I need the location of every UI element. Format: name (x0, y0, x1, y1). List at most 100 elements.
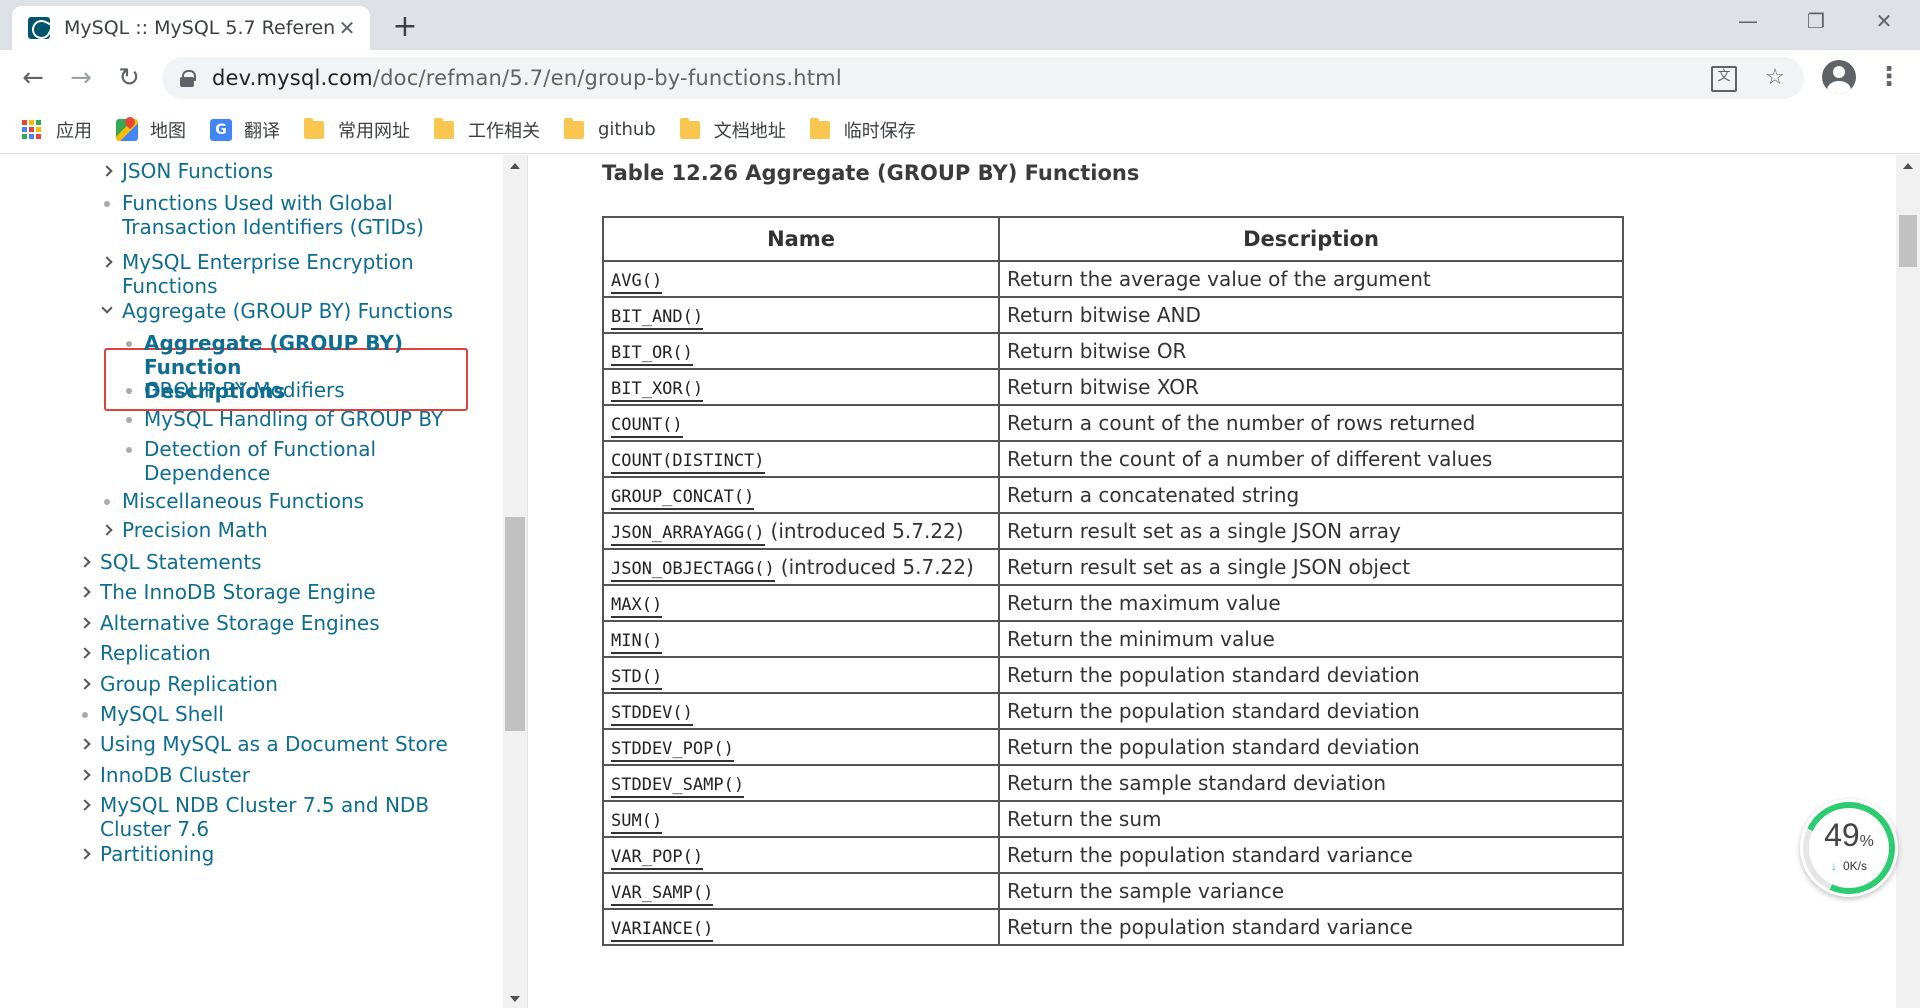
sidebar-item[interactable]: MySQL Shell (74, 702, 224, 726)
bookmark-folder[interactable]: github (564, 117, 656, 140)
sidebar-item-marker[interactable] (96, 299, 118, 314)
function-link[interactable]: STD() (611, 667, 663, 690)
function-link[interactable]: STDDEV_SAMP() (611, 775, 745, 798)
bookmark-map[interactable]: 地图 (116, 117, 186, 143)
function-link[interactable]: BIT_OR() (611, 343, 693, 366)
chevron-right-icon (79, 678, 91, 690)
bookmark-label: 工作相关 (468, 120, 540, 142)
version-note: (introduced 5.7.22) (770, 519, 964, 543)
sidebar-item[interactable]: MySQL Handling of GROUP BY (118, 407, 443, 431)
function-link[interactable]: JSON_OBJECTAGG() (611, 559, 775, 582)
sidebar-item[interactable]: Aggregate (GROUP BY) Functions (96, 299, 453, 323)
function-link[interactable]: JSON_ARRAYAGG() (611, 523, 765, 546)
bookmark-folder[interactable]: 文档地址 (679, 117, 786, 143)
bullet-dot-icon (126, 388, 132, 394)
sidebar-scroll-thumb[interactable] (505, 517, 525, 731)
sidebar-item-marker[interactable] (74, 793, 96, 811)
bookmark-label: 文档地址 (713, 120, 786, 142)
sidebar-item[interactable]: Precision Math (96, 518, 268, 542)
sidebar-item[interactable]: Group Replication (74, 672, 278, 696)
speed-percent: 49% (1824, 817, 1874, 853)
sidebar-item-marker[interactable] (74, 672, 96, 690)
url-text[interactable]: dev.mysql.com/doc/refman/5.7/en/group-by… (212, 66, 842, 90)
bookmarks-bar: 应用 地图 G 翻译 常用网址 工作相关 github 文档地址 临时保存 (0, 106, 1920, 154)
sidebar-item-marker[interactable] (96, 250, 118, 268)
sidebar-item-marker[interactable] (74, 842, 96, 860)
function-link[interactable]: BIT_AND() (611, 307, 704, 330)
sidebar-item[interactable]: Detection of Functional Dependence (118, 437, 376, 485)
network-speed-widget[interactable]: 49% ↓ 0K/s (1790, 789, 1908, 907)
function-description-cell: Return the maximum value (998, 584, 1624, 622)
sidebar-item[interactable]: JSON Functions (96, 159, 273, 183)
sidebar-item[interactable]: Partitioning (74, 842, 214, 866)
new-tab-button[interactable]: + (388, 10, 422, 44)
window-close-icon[interactable]: ✕ (1850, 0, 1918, 42)
function-link[interactable]: STDDEV_POP() (611, 739, 734, 762)
bookmark-folder[interactable]: 工作相关 (434, 117, 540, 143)
minimize-icon[interactable]: — (1714, 0, 1782, 42)
function-link[interactable]: AVG() (611, 271, 663, 294)
function-link[interactable]: MIN() (611, 631, 663, 654)
function-link[interactable]: COUNT() (611, 415, 683, 438)
sidebar-item[interactable]: InnoDB Cluster (74, 763, 250, 787)
bullet-dot-icon (126, 447, 132, 453)
function-link[interactable]: STDDEV() (611, 703, 693, 726)
table-row: SUM() Return the sum (602, 800, 1624, 838)
bookmark-star-icon[interactable]: ☆ (1760, 63, 1790, 93)
sidebar-item[interactable]: Using MySQL as a Document Store (74, 732, 448, 756)
function-link[interactable]: GROUP_CONCAT() (611, 487, 755, 510)
function-link[interactable]: VAR_SAMP() (611, 883, 714, 906)
function-link[interactable]: SUM() (611, 811, 663, 834)
profile-avatar-icon[interactable] (1822, 60, 1856, 94)
browser-tab[interactable]: MySQL :: MySQL 5.7 Reference ✕ (12, 6, 370, 50)
bookmark-translate[interactable]: G 翻译 (210, 117, 280, 143)
sidebar-scrollbar[interactable] (503, 155, 527, 1008)
sidebar-item-marker[interactable] (74, 732, 96, 750)
table-row: STDDEV_POP() Return the population standa… (602, 728, 1624, 766)
sidebar-item-marker[interactable] (96, 518, 118, 536)
function-link[interactable]: VAR_POP() (611, 847, 704, 870)
page-scroll-thumb[interactable] (1899, 215, 1917, 267)
page-content: JSON Functions Functions Used with Global… (0, 155, 1920, 1008)
address-bar[interactable]: dev.mysql.com/doc/refman/5.7/en/group-by… (162, 57, 1804, 99)
function-link[interactable]: MAX() (611, 595, 663, 618)
sidebar-item[interactable]: Functions Used with Global Transaction Id… (96, 191, 424, 239)
table-row: MAX() Return the maximum value (602, 584, 1624, 622)
scroll-up-icon[interactable] (1903, 163, 1913, 169)
function-name-cell: JSON_ARRAYAGG() (introduced 5.7.22) (602, 512, 1000, 550)
sidebar-item[interactable]: GROUP BY Modifiers (118, 378, 345, 402)
table-row: COUNT(DISTINCT) Return the count of a num… (602, 440, 1624, 478)
sidebar-item[interactable]: MySQL NDB Cluster 7.5 and NDB Cluster 7.6 (74, 793, 429, 841)
scroll-up-icon[interactable] (510, 163, 520, 169)
function-name-cell: STD() (602, 656, 1000, 694)
sidebar-item-marker[interactable] (74, 763, 96, 781)
reload-icon[interactable]: ↻ (110, 59, 148, 97)
sidebar-item-label: MySQL NDB Cluster 7.5 and NDB Cluster 7.6 (100, 793, 430, 841)
bookmark-apps[interactable]: 应用 (22, 117, 92, 143)
function-link[interactable]: COUNT(DISTINCT) (611, 451, 765, 474)
sidebar-item-marker[interactable] (96, 159, 118, 177)
sidebar-item[interactable]: SQL Statements (74, 550, 262, 574)
sidebar-item[interactable]: The InnoDB Storage Engine (74, 580, 376, 604)
restore-icon[interactable]: ❐ (1782, 0, 1850, 42)
sidebar-item-marker[interactable] (74, 641, 96, 659)
bookmark-folder[interactable]: 临时保存 (809, 117, 916, 143)
sidebar-item[interactable]: MySQL Enterprise Encryption Functions (96, 250, 414, 298)
back-arrow-icon[interactable]: ← (14, 59, 52, 97)
sidebar-item-marker[interactable] (74, 611, 96, 629)
sidebar-item[interactable]: Alternative Storage Engines (74, 611, 380, 635)
function-link[interactable]: BIT_XOR() (611, 379, 704, 402)
kebab-menu-icon[interactable]: ⋮ (1872, 60, 1906, 94)
bookmark-folder[interactable]: 常用网址 (304, 117, 410, 143)
function-link[interactable]: VARIANCE() (611, 919, 714, 942)
sidebar-item-marker[interactable] (74, 580, 96, 598)
scroll-down-icon[interactable] (510, 996, 520, 1002)
lock-icon[interactable] (180, 70, 196, 87)
sidebar-item[interactable]: Miscellaneous Functions (96, 489, 364, 513)
sidebar-item[interactable]: Replication (74, 641, 211, 665)
forward-arrow-icon[interactable]: → (62, 59, 100, 97)
translate-page-icon[interactable] (1708, 63, 1738, 93)
page-scrollbar[interactable] (1896, 155, 1920, 1008)
sidebar-item-marker[interactable] (74, 550, 96, 568)
tab-close-icon[interactable]: ✕ (336, 17, 358, 39)
